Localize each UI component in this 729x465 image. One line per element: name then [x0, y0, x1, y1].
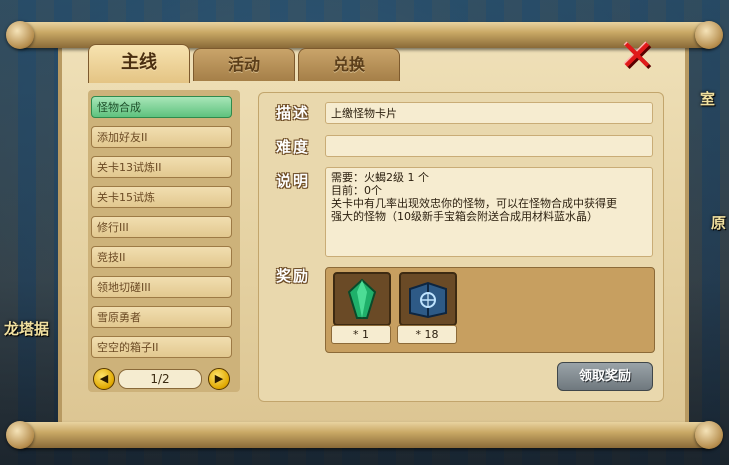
quest-item-stage15-trial[interactable]: 关卡15试炼 [91, 186, 232, 208]
reward-label: 奖励 [276, 267, 311, 285]
scroll-knob-top-left [6, 21, 34, 49]
scroll-bottom-rod [10, 422, 719, 448]
description-field: 上缴怪物卡片 [325, 102, 653, 124]
tab-exchange[interactable]: 兑换 [298, 48, 400, 81]
quest-item-empty-box[interactable]: 空空的箱子II [91, 336, 232, 358]
reward-count-crystal: * 1 [331, 325, 391, 344]
explanation-field: 需要：火蝎2级 1 个 目前：0个 关卡中有几率出现效忠你的怪物，可以在怪物合成… [325, 167, 653, 257]
close-icon: ✕ [619, 30, 655, 80]
reward-slot-book[interactable] [399, 272, 457, 326]
scroll-knob-top-right [695, 21, 723, 49]
tab-activity[interactable]: 活动 [193, 48, 295, 81]
explanation-line: 需要：火蝎2级 1 个 [331, 171, 429, 184]
green-crystal-icon [347, 278, 377, 319]
explanation-label: 说明 [276, 172, 311, 190]
difficulty-field [325, 135, 653, 157]
explanation-line: 关卡中有几率出现效忠你的怪物，可以在怪物合成中获得更 [331, 197, 617, 210]
scroll-knob-bottom-left [6, 421, 34, 449]
reward-slot-crystal[interactable] [333, 272, 391, 326]
arrow-right-icon: ▶ [214, 372, 224, 385]
quest-item-monster-fusion[interactable]: 怪物合成 [91, 96, 232, 118]
description-label: 描述 [276, 104, 311, 122]
quest-item-territory-spar[interactable]: 领地切磋III [91, 276, 232, 298]
quest-item-arena[interactable]: 竞技II [91, 246, 232, 268]
blue-book-icon [409, 281, 447, 319]
quest-item-snowfield-hero[interactable]: 雪原勇者 [91, 306, 232, 328]
arrow-left-icon: ◀ [99, 372, 109, 385]
prev-page-button[interactable]: ◀ [93, 368, 115, 390]
page-indicator: 1/2 [118, 369, 202, 389]
background-label-left: 龙塔据 [4, 320, 50, 338]
background-label-right-mid: 原 [711, 214, 727, 232]
explanation-line: 强大的怪物（10级新手宝箱会附送合成用材料蓝水晶） [331, 210, 598, 223]
reward-count-book: * 18 [397, 325, 457, 344]
explanation-line: 目前：0个 [331, 184, 382, 197]
quest-item-stage13-trial[interactable]: 关卡13试炼II [91, 156, 232, 178]
quest-item-training[interactable]: 修行III [91, 216, 232, 238]
claim-reward-button[interactable]: 领取奖励 [557, 362, 653, 391]
close-button[interactable]: ✕ [614, 30, 660, 80]
difficulty-label: 难度 [276, 138, 311, 156]
next-page-button[interactable]: ▶ [208, 368, 230, 390]
tab-main[interactable]: 主线 [88, 44, 190, 83]
background-label-right-top: 室 [700, 90, 716, 108]
quest-item-add-friend[interactable]: 添加好友II [91, 126, 232, 148]
scroll-knob-bottom-right [695, 421, 723, 449]
